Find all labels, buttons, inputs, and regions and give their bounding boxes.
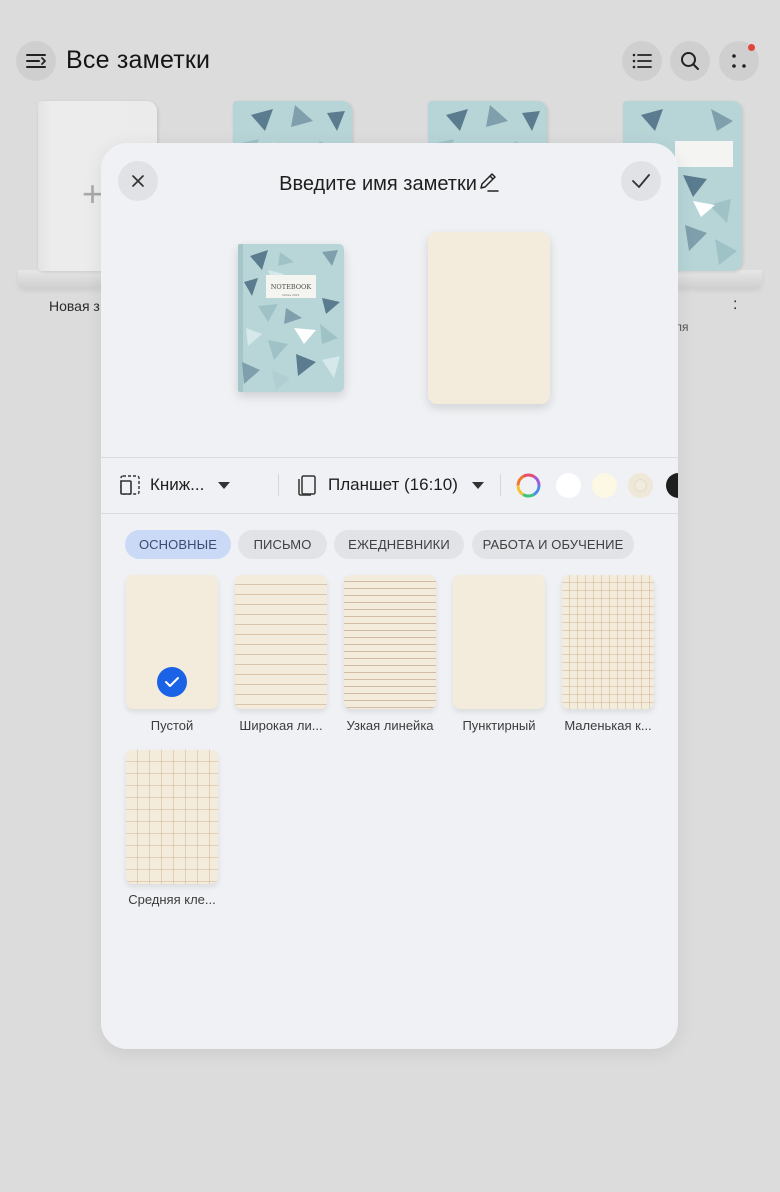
notebook-cover-pattern: NOTEBOOK Notes 2021 <box>238 244 344 392</box>
color-swatch-white[interactable] <box>556 473 581 498</box>
check-icon <box>632 174 650 188</box>
more-button[interactable] <box>719 41 759 81</box>
separator <box>500 474 501 496</box>
list-view-button[interactable] <box>622 41 662 81</box>
search-button[interactable] <box>670 41 710 81</box>
separator <box>278 474 279 496</box>
portrait-orientation-icon <box>120 475 140 495</box>
divider <box>101 513 678 514</box>
new-note-dialog: Введите имя заметки NOTEBOOK Notes 2021 … <box>101 143 678 1049</box>
page-title: Все заметки <box>66 46 211 74</box>
plus-icon: + <box>82 173 104 214</box>
tablet-icon <box>298 475 316 496</box>
color-swatch-cream[interactable] <box>592 473 617 498</box>
paper-size-dropdown[interactable]: Планшет (16:10) <box>297 473 484 497</box>
template-label: Узкая линейка <box>346 718 434 733</box>
template-label: Широкая ли... <box>239 718 323 733</box>
menu-button[interactable] <box>16 41 56 81</box>
notebook-label: Новая з <box>49 298 100 314</box>
cover-subtitle-text: Notes 2021 <box>282 293 299 297</box>
note-name-placeholder: Введите имя заметки <box>279 173 477 195</box>
orientation-value: Книж... <box>150 475 205 494</box>
category-chip-basic[interactable]: ОСНОВНЫЕ <box>125 530 231 559</box>
cover-brand-text: NOTEBOOK <box>271 283 312 291</box>
edit-pencil-icon <box>478 171 500 199</box>
dropdown-caret-icon <box>218 481 231 489</box>
category-chip-work-study[interactable]: РАБОТА И ОБУЧЕНИЕ <box>472 530 634 559</box>
color-picker-wheel-icon[interactable] <box>516 473 541 498</box>
template-dotted[interactable] <box>453 575 545 709</box>
template-label: Пустой <box>150 718 194 733</box>
notification-dot <box>748 44 755 51</box>
category-chip-letter[interactable]: ПИСЬМО <box>238 530 327 559</box>
template-medium-grid[interactable] <box>126 750 218 884</box>
page-preview[interactable] <box>428 232 550 404</box>
divider <box>101 457 678 458</box>
dropdown-caret-icon <box>471 481 484 489</box>
menu-icon <box>26 54 46 68</box>
note-name-field[interactable]: Введите имя заметки <box>101 171 678 199</box>
template-blank[interactable] <box>126 575 218 709</box>
template-label: Маленькая к... <box>564 718 652 733</box>
template-label: Средняя кле... <box>128 892 216 907</box>
color-swatch-beige-selected[interactable] <box>628 473 653 498</box>
template-small-grid[interactable] <box>562 575 654 709</box>
template-narrow-ruled[interactable] <box>344 575 436 709</box>
template-label: Пунктирный <box>462 718 536 733</box>
notebook-options-icon[interactable]: : <box>733 296 737 314</box>
template-wide-ruled[interactable] <box>235 575 327 709</box>
paper-size-value: Планшет (16:10) <box>328 475 458 494</box>
selected-check-icon <box>157 667 187 697</box>
list-icon <box>632 53 652 69</box>
category-chip-planners[interactable]: ЕЖЕДНЕВНИКИ <box>334 530 464 559</box>
cover-preview[interactable]: NOTEBOOK Notes 2021 <box>238 244 344 392</box>
search-icon <box>681 52 699 70</box>
color-swatch-black[interactable] <box>666 473 678 498</box>
more-dots-icon <box>732 54 746 68</box>
orientation-dropdown[interactable]: Книж... <box>119 473 231 497</box>
confirm-button[interactable] <box>621 161 661 201</box>
